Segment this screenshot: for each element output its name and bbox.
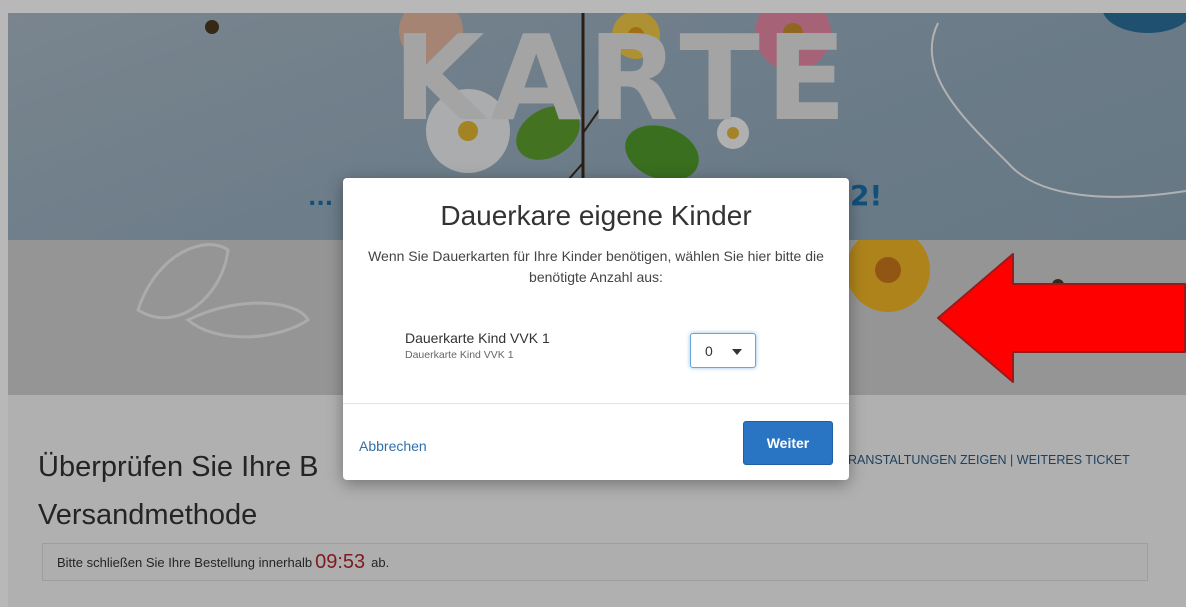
caret-down-icon [732,349,742,355]
dialog-description: Wenn Sie Dauerkarten für Ihre Kinder ben… [368,248,824,285]
children-season-ticket-dialog: Dauerkare eigene Kinder Wenn Sie Dauerka… [343,178,849,480]
ticket-item-subtitle: Dauerkarte Kind VVK 1 [405,349,514,361]
ticket-item-name: Dauerkarte Kind VVK 1 [405,330,550,346]
dialog-title: Dauerkare eigene Kinder [440,200,752,231]
continue-button[interactable]: Weiter [743,421,833,465]
red-arrow-annotation [937,253,1186,383]
cancel-link[interactable]: Abbrechen [359,438,427,454]
dialog-footer: Abbrechen Weiter [343,403,849,481]
quantity-select[interactable]: 0 [690,333,756,368]
quantity-value: 0 [705,342,713,359]
